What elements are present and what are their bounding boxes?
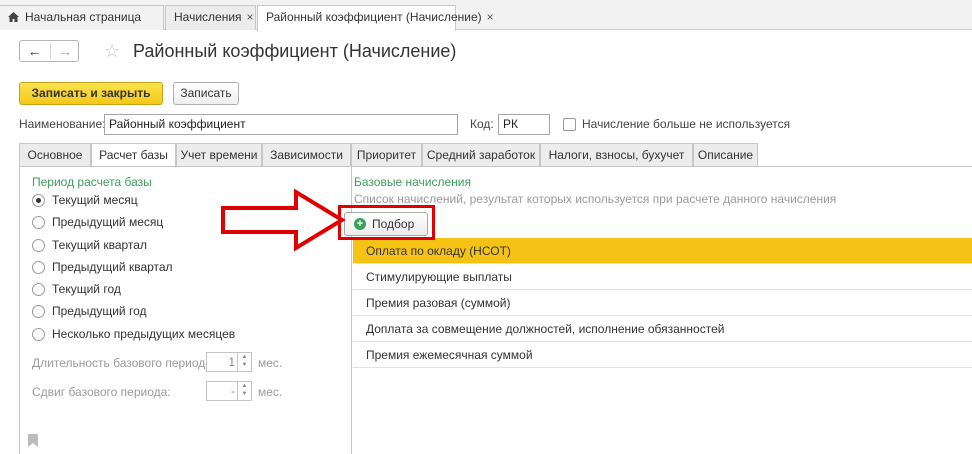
save-button[interactable]: Записать xyxy=(173,82,239,105)
tab-dependencies[interactable]: Зависимости xyxy=(262,143,351,167)
radio-button[interactable] xyxy=(32,194,45,207)
shift-unit: мес. xyxy=(258,385,283,399)
annotation-highlight-box xyxy=(338,205,435,240)
radio-button[interactable] xyxy=(32,239,45,252)
duration-label: Длительность базового периода: xyxy=(32,356,216,370)
base-accruals-hint: Список начислений, результат которых исп… xyxy=(354,192,837,206)
save-and-close-button[interactable]: Записать и закрыть xyxy=(19,82,163,105)
radio-label: Текущий месяц xyxy=(52,193,138,207)
base-accruals-list: Оплата по окладу (НСОТ) Стимулирующие вы… xyxy=(353,238,972,368)
tab-label: Районный коэффициент (Начисление) xyxy=(266,10,482,24)
tab-home-label: Начальная страница xyxy=(25,10,142,24)
radio-label: Предыдущий месяц xyxy=(52,215,164,229)
radio-button[interactable] xyxy=(32,261,45,274)
shift-value: - xyxy=(231,384,235,398)
tab-accruals[interactable]: Начисления × xyxy=(165,5,256,30)
tab-average-earnings[interactable]: Средний заработок xyxy=(422,143,540,167)
code-field[interactable]: РК xyxy=(498,114,550,135)
tab-main[interactable]: Основное xyxy=(19,143,91,167)
shift-stepper[interactable]: - ▲ ▼ xyxy=(206,381,252,401)
radio-label: Текущий квартал xyxy=(52,238,147,252)
tab-base-calculation[interactable]: Расчет базы xyxy=(91,143,176,168)
stepper-arrows-icon[interactable]: ▲ ▼ xyxy=(237,353,251,371)
tab-label: Начисления xyxy=(174,10,242,24)
stepper-arrows-icon[interactable]: ▲ ▼ xyxy=(237,382,251,400)
radio-button[interactable] xyxy=(32,216,45,229)
back-arrow-icon[interactable]: ← xyxy=(20,43,49,59)
tab-regional-coefficient[interactable]: Районный коэффициент (Начисление) × xyxy=(257,5,494,31)
radio-button[interactable] xyxy=(32,305,45,318)
base-period-title: Период расчета базы xyxy=(32,175,152,189)
close-icon[interactable]: × xyxy=(247,10,254,24)
radio-label: Текущий год xyxy=(52,282,121,296)
tab-taxes[interactable]: Налоги, взносы, бухучет xyxy=(540,143,693,167)
list-item[interactable]: Оплата по окладу (НСОТ) xyxy=(353,238,972,264)
list-item[interactable]: Премия разовая (суммой) xyxy=(353,290,972,316)
list-item[interactable]: Премия ежемесячная суммой xyxy=(353,342,972,368)
home-icon xyxy=(8,12,19,22)
radio-label: Предыдущий квартал xyxy=(52,260,173,274)
page-title: Районный коэффициент (Начисление) xyxy=(133,41,457,61)
radio-button[interactable] xyxy=(32,328,45,341)
shift-label: Сдвиг базового периода: xyxy=(32,385,171,399)
list-item[interactable]: Стимулирующие выплаты xyxy=(353,264,972,290)
unused-label: Начисление больше не используется xyxy=(582,117,791,131)
unused-checkbox[interactable] xyxy=(563,118,576,131)
code-label: Код: xyxy=(470,117,494,131)
radio-button[interactable] xyxy=(32,283,45,296)
base-accruals-title: Базовые начисления xyxy=(354,175,471,189)
tab-bar: Начальная страница Начисления × Районный … xyxy=(0,0,972,31)
tab-description[interactable]: Описание xyxy=(693,143,758,167)
tab-priority[interactable]: Приоритет xyxy=(351,143,422,167)
duration-unit: мес. xyxy=(258,356,283,370)
duration-stepper[interactable]: 1 ▲ ▼ xyxy=(206,352,252,372)
list-item[interactable]: Доплата за совмещение должностей, исполн… xyxy=(353,316,972,342)
close-icon[interactable]: × xyxy=(487,10,494,24)
name-label: Наименование: xyxy=(19,117,106,131)
star-icon[interactable]: ☆ xyxy=(104,40,120,62)
nav-buttons: ← → xyxy=(19,40,79,62)
radio-label: Несколько предыдущих месяцев xyxy=(52,327,236,341)
duration-value: 1 xyxy=(228,355,235,369)
forward-arrow-icon[interactable]: → xyxy=(50,43,79,59)
radio-label: Предыдущий год xyxy=(52,304,147,318)
tab-time-tracking[interactable]: Учет времени xyxy=(176,143,262,167)
name-field[interactable]: Районный коэффициент xyxy=(104,114,458,135)
tab-home[interactable]: Начальная страница xyxy=(0,5,164,30)
